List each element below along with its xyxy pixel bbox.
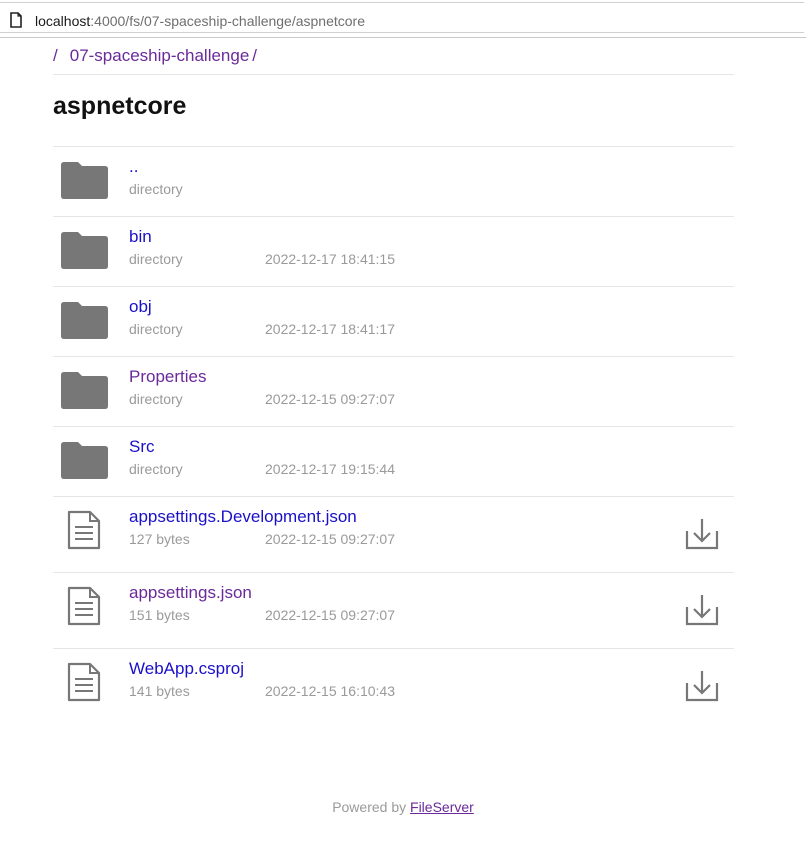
page-title: aspnetcore bbox=[53, 75, 734, 147]
entry-type: directory bbox=[129, 321, 183, 337]
folder-icon[interactable] bbox=[61, 372, 108, 409]
directory-entry: obj directory 2022-12-17 18:41:17 bbox=[53, 287, 734, 357]
file-entry: WebApp.csproj 141 bytes 2022-12-15 16:10:4… bbox=[53, 649, 734, 725]
directory-entry: bin directory 2022-12-17 18:41:15 bbox=[53, 217, 734, 287]
breadcrumb-separator: / bbox=[252, 46, 258, 65]
entry-name-link[interactable]: obj bbox=[129, 297, 152, 317]
listing-container: /07-spaceship-challenge / aspnetcore .. di… bbox=[53, 38, 734, 725]
file-size: 127 bytes bbox=[129, 531, 190, 547]
file-icon[interactable] bbox=[67, 510, 101, 550]
entry-name-link[interactable]: Src bbox=[129, 437, 155, 457]
modified-date: 2022-12-15 09:27:07 bbox=[265, 607, 395, 623]
file-icon[interactable] bbox=[67, 662, 101, 702]
entry-type: directory bbox=[129, 391, 183, 407]
url-host: localhost bbox=[35, 13, 91, 29]
file-icon[interactable] bbox=[67, 586, 101, 626]
directory-entry: .. directory bbox=[53, 147, 734, 217]
folder-icon[interactable] bbox=[61, 162, 108, 199]
directory-entry: Src directory 2022-12-17 19:15:44 bbox=[53, 427, 734, 497]
page-icon bbox=[10, 12, 22, 28]
breadcrumb-root-separator[interactable]: / bbox=[53, 46, 58, 65]
directory-entry: Properties directory 2022-12-15 09:27:07 bbox=[53, 357, 734, 427]
modified-date: 2022-12-15 09:27:07 bbox=[265, 391, 395, 407]
entry-name-link[interactable]: Properties bbox=[129, 367, 206, 387]
breadcrumb: /07-spaceship-challenge / bbox=[53, 38, 734, 75]
url-text[interactable]: localhost:4000/fs/07-spaceship-challenge… bbox=[35, 12, 365, 30]
url-field[interactable]: localhost:4000/fs/07-spaceship-challenge… bbox=[0, 2, 804, 33]
file-entry: appsettings.Development.json 127 bytes 202… bbox=[53, 497, 734, 573]
entry-type: directory bbox=[129, 251, 183, 267]
breadcrumb-item-07-spaceship-challenge[interactable]: 07-spaceship-challenge bbox=[70, 46, 250, 65]
file-list: .. directory bin directory 2022-12-17 18:41:… bbox=[53, 147, 734, 725]
entry-name-link[interactable]: .. bbox=[129, 157, 138, 177]
footer-prefix: Powered by bbox=[332, 799, 407, 815]
entry-name-link[interactable]: WebApp.csproj bbox=[129, 659, 244, 679]
entry-name-link[interactable]: appsettings.Development.json bbox=[129, 507, 357, 527]
folder-icon[interactable] bbox=[61, 232, 108, 269]
download-icon[interactable] bbox=[685, 593, 719, 627]
modified-date: 2022-12-17 18:41:17 bbox=[265, 321, 395, 337]
entry-type: directory bbox=[129, 181, 183, 197]
folder-icon[interactable] bbox=[61, 442, 108, 479]
modified-date: 2022-12-17 19:15:44 bbox=[265, 461, 395, 477]
entry-name-link[interactable]: appsettings.json bbox=[129, 583, 252, 603]
modified-date: 2022-12-15 09:27:07 bbox=[265, 531, 395, 547]
browser-address-bar: localhost:4000/fs/07-spaceship-challenge… bbox=[0, 0, 806, 38]
file-size: 151 bytes bbox=[129, 607, 190, 623]
footer: Powered by FileServer bbox=[0, 799, 806, 815]
url-path: :4000/fs/07-spaceship-challenge/aspnetco… bbox=[90, 13, 366, 29]
file-entry: appsettings.json 151 bytes 2022-12-15 09:2… bbox=[53, 573, 734, 649]
fileserver-link[interactable]: FileServer bbox=[410, 799, 474, 815]
download-icon[interactable] bbox=[685, 669, 719, 703]
file-size: 141 bytes bbox=[129, 683, 190, 699]
folder-icon[interactable] bbox=[61, 302, 108, 339]
entry-name-link[interactable]: bin bbox=[129, 227, 152, 247]
modified-date: 2022-12-15 16:10:43 bbox=[265, 683, 395, 699]
entry-type: directory bbox=[129, 461, 183, 477]
download-icon[interactable] bbox=[685, 517, 719, 551]
modified-date: 2022-12-17 18:41:15 bbox=[265, 251, 395, 267]
